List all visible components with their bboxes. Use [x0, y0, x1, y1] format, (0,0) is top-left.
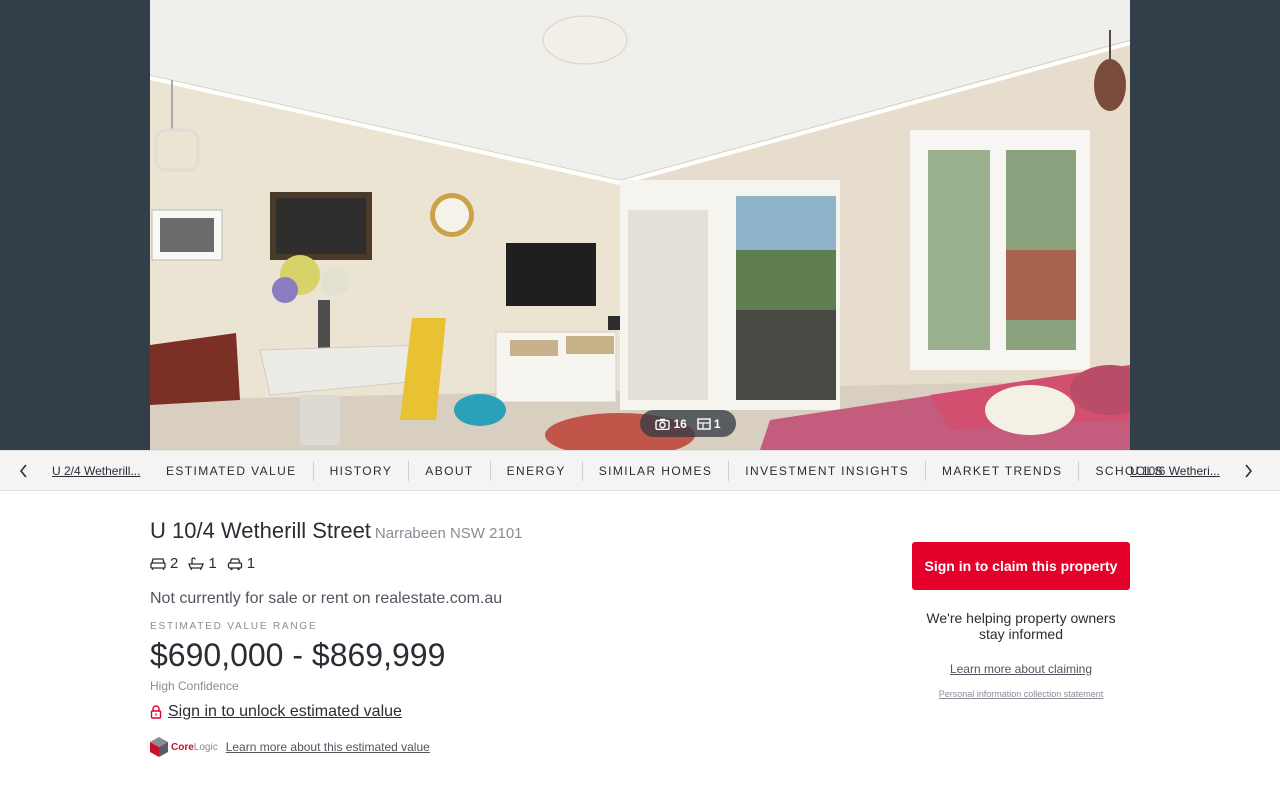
unlock-estimate-label: Sign in to unlock estimated value	[168, 703, 402, 720]
bath-icon	[188, 556, 205, 570]
street-address: U 10/4 Wetherill Street	[150, 518, 371, 543]
tab-energy[interactable]: ENERGY	[489, 461, 582, 481]
prev-property-link[interactable]: U 2/4 Wetherill...	[52, 464, 144, 478]
nav-next-arrow[interactable]	[1228, 451, 1268, 491]
car-space-value: 1	[246, 555, 256, 572]
corelogic-logo: CoreLogic	[150, 737, 218, 757]
next-property-link[interactable]: U 10/6 Wetheri...	[1130, 464, 1224, 478]
learn-more-estimate-link[interactable]: Learn more about this estimated value	[226, 740, 430, 754]
unlock-estimate-link[interactable]: Sign in to unlock estimated value	[150, 703, 402, 721]
media-count-badge[interactable]: 16 1	[640, 410, 736, 437]
car-space-count: 1	[227, 555, 255, 572]
camera-icon	[655, 418, 671, 430]
tab-similar-homes[interactable]: SIMILAR HOMES	[581, 461, 729, 481]
section-tabs: ESTIMATED VALUE HISTORY ABOUT ENERGY SIM…	[150, 451, 1180, 491]
corelogic-wordmark: CoreLogic	[171, 741, 218, 753]
privacy-statement-link[interactable]: Personal information collection statemen…	[912, 689, 1130, 699]
tab-history[interactable]: HISTORY	[312, 461, 409, 481]
claim-property-button[interactable]: Sign in to claim this property	[912, 542, 1130, 590]
claim-message: We're helping property owners stay infor…	[926, 610, 1116, 642]
bedroom-count: 2	[150, 555, 178, 572]
bathroom-count: 1	[188, 555, 217, 572]
floorplan-icon	[697, 417, 711, 430]
car-icon	[227, 557, 242, 570]
confidence-level: High Confidence	[150, 679, 239, 693]
property-photo[interactable]	[150, 0, 1130, 450]
hero-gallery: 16 1	[0, 0, 1280, 450]
floorplan-count-label: 1	[713, 416, 721, 431]
property-features: 2 1 1	[150, 555, 255, 572]
tab-market-trends[interactable]: MARKET TRENDS	[925, 461, 1078, 481]
bedroom-value: 2	[170, 555, 179, 572]
tab-estimated-value[interactable]: ESTIMATED VALUE	[150, 461, 313, 481]
estimate-provider: CoreLogic Learn more about this estimate…	[150, 737, 430, 757]
tab-investment-insights[interactable]: INVESTMENT INSIGHTS	[728, 461, 925, 481]
estimated-value-range: $690,000 - $869,999	[150, 637, 446, 673]
photo-count-label: 16	[673, 416, 687, 431]
corelogic-mark-icon	[150, 737, 168, 757]
estimated-value-range-label: ESTIMATED VALUE RANGE	[150, 621, 318, 632]
suburb-postcode: Narrabeen NSW 2101	[374, 525, 523, 542]
listing-status: Not currently for sale or rent on reales…	[150, 590, 503, 607]
property-address: U 10/4 Wetherill Street Narrabeen NSW 210…	[150, 518, 523, 544]
floorplan-count[interactable]: 1	[697, 417, 721, 431]
bathroom-value: 1	[208, 555, 217, 572]
photo-count[interactable]: 16	[655, 416, 687, 431]
nav-prev-arrow[interactable]	[4, 451, 44, 491]
tab-about[interactable]: ABOUT	[408, 461, 489, 481]
bed-icon	[150, 557, 166, 570]
chevron-right-icon	[1245, 464, 1253, 478]
section-nav: U 2/4 Wetherill... ESTIMATED VALUE HISTO…	[0, 450, 1280, 491]
chevron-left-icon	[19, 464, 27, 478]
lock-icon	[150, 705, 162, 719]
learn-more-claiming-link[interactable]: Learn more about claiming	[912, 662, 1130, 676]
